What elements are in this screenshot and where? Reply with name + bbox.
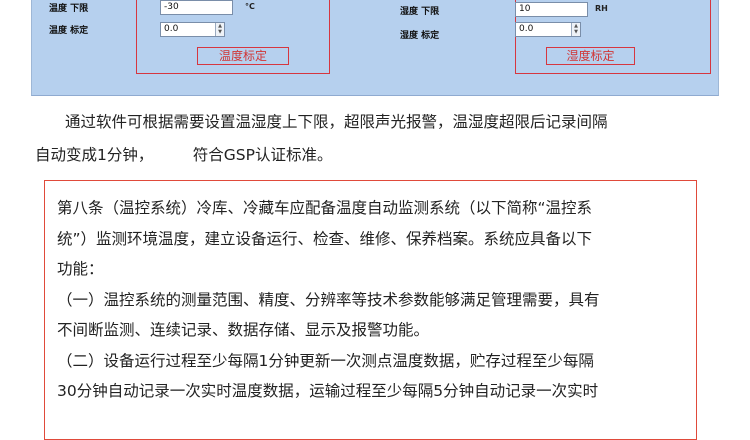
description-paragraph: 通过软件可根据需要设置温湿度上下限，超限声光报警，温湿度超限后记录间隔 自动变成… xyxy=(35,106,725,172)
rule-line: 统”）监测环境温度，建立设备运行、检查、维修、保养档案。系统应具备以下 xyxy=(57,229,593,248)
temp-lower-limit-input[interactable]: -30 xyxy=(160,0,233,15)
temp-calibration-label: 温度 标定 xyxy=(49,26,89,36)
rule-line: （一）温控系统的测量范围、精度、分辨率等技术参数能够满足管理需要，具有 xyxy=(57,290,600,309)
stepper-arrows-icon[interactable]: ▲ ▼ xyxy=(571,23,580,36)
temp-lower-limit-label: 温度 下限 xyxy=(49,4,89,14)
humid-unit-label: RH xyxy=(595,4,608,13)
rule-line: （二）设备运行过程至少每隔1分钟更新一次测点温度数据，贮存过程至少每隔 xyxy=(57,351,594,370)
rule-line: 第八条（温控系统）冷库、冷藏车应配备温度自动监测系统（以下简称“温控系 xyxy=(57,199,593,217)
humid-calibrate-button[interactable]: 湿度标定 xyxy=(546,47,635,65)
description-line-2: 自动变成1分钟， 符合GSP认证标准。 xyxy=(35,146,333,164)
description-line-1: 通过软件可根据需要设置温湿度上下限，超限声光报警，温湿度超限后记录间隔 xyxy=(65,113,608,131)
temp-unit-label: °C xyxy=(245,2,255,11)
temp-calibrate-button[interactable]: 温度标定 xyxy=(197,47,289,65)
rule-line: 不间断监测、连续记录、数据存储、显示及报警功能。 xyxy=(57,321,430,339)
settings-window: 温度 下限 -30 °C 温度 标定 0.0 ▲ ▼ 温度标定 湿度 下限 10 … xyxy=(31,0,719,96)
humid-calibration-label: 湿度 标定 xyxy=(400,31,440,41)
humid-lower-limit-label: 湿度 下限 xyxy=(400,7,440,17)
rule-line: 功能： xyxy=(57,260,104,278)
humid-calibration-value: 0.0 xyxy=(519,24,534,34)
humid-lower-limit-input[interactable]: 10 xyxy=(515,2,588,17)
gsp-rule-box: 第八条（温控系统）冷库、冷藏车应配备温度自动监测系统（以下简称“温控系 统”）监… xyxy=(44,180,697,440)
temp-calibration-stepper[interactable]: 0.0 ▲ ▼ xyxy=(160,22,225,37)
rule-line: 30分钟自动记录一次实时温度数据，运输过程至少每隔5分钟自动记录一次实时 xyxy=(57,382,599,400)
temp-calibration-value: 0.0 xyxy=(164,24,179,34)
humid-calibration-stepper[interactable]: 0.0 ▲ ▼ xyxy=(515,22,581,37)
stepper-arrows-icon[interactable]: ▲ ▼ xyxy=(215,23,224,36)
